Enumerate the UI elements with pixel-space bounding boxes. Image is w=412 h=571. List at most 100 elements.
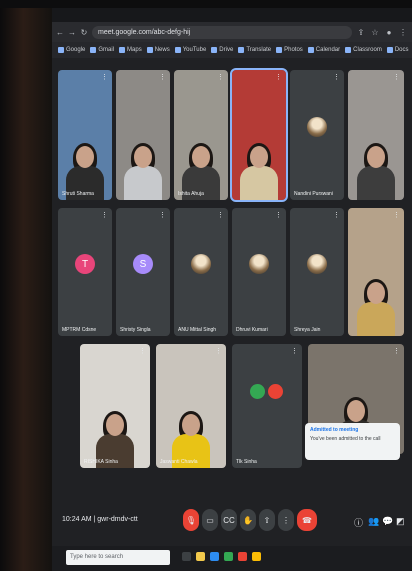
bookmark-item[interactable]: Docs <box>386 47 409 53</box>
bookmark-favicon-icon <box>90 47 97 53</box>
bookmark-label: Google <box>66 47 86 53</box>
tile-menu-icon[interactable]: ⋮ <box>393 73 400 81</box>
profile-icon[interactable]: ● <box>384 28 394 37</box>
present-icon[interactable]: ⇧ <box>259 509 275 531</box>
info-icon[interactable]: ⓘ <box>354 516 363 529</box>
bookmark-item[interactable]: Drive <box>211 47 233 53</box>
share-icon[interactable]: ⇪ <box>356 28 366 37</box>
bookmark-label: Calendar <box>315 47 341 53</box>
bookmark-favicon-icon <box>211 47 218 53</box>
mic-icon[interactable]: 🎙 <box>183 509 199 531</box>
chat-icon[interactable]: 💬 <box>382 516 393 527</box>
meeting-time-code: 10:24 AM | gwr-dmdv-ctt <box>62 516 138 523</box>
participant-tile[interactable]: ⋮ <box>230 68 288 202</box>
toast-body: You've been admitted to the call <box>310 436 381 442</box>
bookmarks-bar: Google Gmail Maps News YouTube Drive Translate… <box>52 42 412 58</box>
browser-tab-strip[interactable] <box>52 8 412 22</box>
more-icon[interactable]: ⋮ <box>278 509 294 531</box>
participant-avatar: S <box>133 254 153 275</box>
file-explorer-icon[interactable] <box>196 552 205 561</box>
bookmark-item[interactable]: Calendar <box>307 47 341 53</box>
tile-menu-icon[interactable]: ⋮ <box>101 211 108 219</box>
people-icon[interactable]: 👥 <box>368 516 379 527</box>
bookmark-favicon-icon <box>146 47 153 53</box>
participant-avatar <box>307 254 327 275</box>
participant-tile[interactable]: ⋮ ANU Mittal Singh <box>174 208 228 336</box>
tile-menu-icon[interactable]: ⋮ <box>275 211 282 219</box>
bookmark-item[interactable]: Gmail <box>90 47 114 53</box>
activities-icon[interactable]: ◩ <box>396 516 405 527</box>
tile-menu-icon[interactable]: ⋮ <box>101 73 108 81</box>
participant-tile[interactable]: ⋮ <box>348 208 404 336</box>
taskbar-search-input[interactable]: Type here to search <box>66 550 170 565</box>
browser-toolbar: ← → ↻ meet.google.com/abc-defg-hij ⇪ ☆ ●… <box>52 22 412 42</box>
task-view-icon[interactable] <box>182 552 191 561</box>
store-icon[interactable] <box>238 552 247 561</box>
tile-menu-icon[interactable]: ⋮ <box>139 347 146 355</box>
participant-tile[interactable]: ⋮ Shruti Sharma <box>58 70 112 200</box>
participant-tile[interactable]: ⋮ Tlk Sinha <box>232 344 302 468</box>
star-icon[interactable]: ☆ <box>370 28 380 37</box>
tile-menu-icon[interactable]: ⋮ <box>217 211 224 219</box>
tile-menu-icon[interactable]: ⋮ <box>393 347 400 355</box>
chrome-icon[interactable] <box>224 552 233 561</box>
tile-menu-icon[interactable]: ⋮ <box>291 347 298 355</box>
bookmark-item[interactable]: Photos <box>276 47 303 53</box>
address-bar[interactable]: meet.google.com/abc-defg-hij <box>92 25 352 39</box>
participant-avatar <box>249 254 269 275</box>
participant-tile[interactable]: S ⋮ Shristy Singla <box>116 208 170 336</box>
participant-tile[interactable]: T ⋮ MPTRM Cdsne <box>58 208 112 336</box>
notification-toast[interactable]: Admitted to meeting You've been admitted… <box>305 423 400 460</box>
participant-name: MPTRM Cdsne <box>62 327 97 333</box>
participant-name: ANU Mittal Singh <box>178 327 217 333</box>
participant-tile[interactable]: ⋮ RISHIKA Sinha <box>80 344 150 468</box>
participant-tile[interactable]: ⋮ Jaswanti Chawla <box>156 344 226 468</box>
participant-name: Tlk Sinha <box>236 459 257 465</box>
bookmark-item[interactable]: Classroom <box>345 47 382 53</box>
forward-icon[interactable]: → <box>68 28 76 37</box>
app-icon[interactable] <box>252 552 261 561</box>
participant-tile[interactable]: ⋮ <box>116 70 170 200</box>
tile-menu-icon[interactable]: ⋮ <box>215 347 222 355</box>
participant-name: Shreya Jain <box>294 327 321 333</box>
raise-hand-icon[interactable]: ✋ <box>240 509 256 531</box>
back-icon[interactable]: ← <box>56 28 64 37</box>
bookmark-item[interactable]: Google <box>58 47 85 53</box>
tile-menu-icon[interactable]: ⋮ <box>159 211 166 219</box>
menu-icon[interactable]: ⋮ <box>398 28 408 37</box>
captions-icon[interactable]: CC <box>221 509 237 531</box>
tile-menu-icon[interactable]: ⋮ <box>275 73 282 81</box>
tile-menu-icon[interactable]: ⋮ <box>333 73 340 81</box>
participant-tile[interactable]: ⋮ <box>348 70 404 200</box>
bookmark-favicon-icon <box>386 47 393 53</box>
bookmark-label: Maps <box>127 47 142 53</box>
edge-icon[interactable] <box>210 552 219 561</box>
bookmark-label: Photos <box>284 47 303 53</box>
end-call-icon[interactable]: ☎ <box>297 509 317 531</box>
bookmark-item[interactable]: YouTube <box>174 47 206 53</box>
bookmark-item[interactable]: News <box>146 47 170 53</box>
tile-menu-icon[interactable]: ⋮ <box>159 73 166 81</box>
meeting-controls: 10:24 AM | gwr-dmdv-ctt 🎙 ▭ CC ✋ ⇧ ⋮ ☎ ⓘ… <box>52 502 412 542</box>
tile-menu-icon[interactable]: ⋮ <box>393 211 400 219</box>
participant-tile[interactable]: ⋮ Nandini Purswani <box>290 70 344 200</box>
reload-icon[interactable]: ↻ <box>80 28 88 37</box>
participant-name: Jaswanti Chawla <box>160 459 198 465</box>
bookmark-favicon-icon <box>276 47 283 53</box>
participant-video <box>357 143 395 200</box>
participant-tile[interactable]: ⋮ Dhruvi Kumari <box>232 208 286 336</box>
bookmark-label: Translate <box>246 47 272 53</box>
participant-avatar: T <box>75 254 95 275</box>
participant-tile[interactable]: ⋮ Shreya Jain <box>290 208 344 336</box>
tile-menu-icon[interactable]: ⋮ <box>333 211 340 219</box>
bookmark-label: Classroom <box>353 47 382 53</box>
participant-video <box>240 143 278 200</box>
participant-name: Ishita Ahuja <box>178 191 204 197</box>
bookmark-item[interactable]: Maps <box>119 47 142 53</box>
tile-menu-icon[interactable]: ⋮ <box>217 73 224 81</box>
camera-icon[interactable]: ▭ <box>202 509 218 531</box>
bookmark-label: Drive <box>219 47 234 53</box>
participant-video <box>124 143 162 200</box>
participant-tile[interactable]: ⋮ Ishita Ahuja <box>174 70 228 200</box>
bookmark-item[interactable]: Translate <box>238 47 271 53</box>
